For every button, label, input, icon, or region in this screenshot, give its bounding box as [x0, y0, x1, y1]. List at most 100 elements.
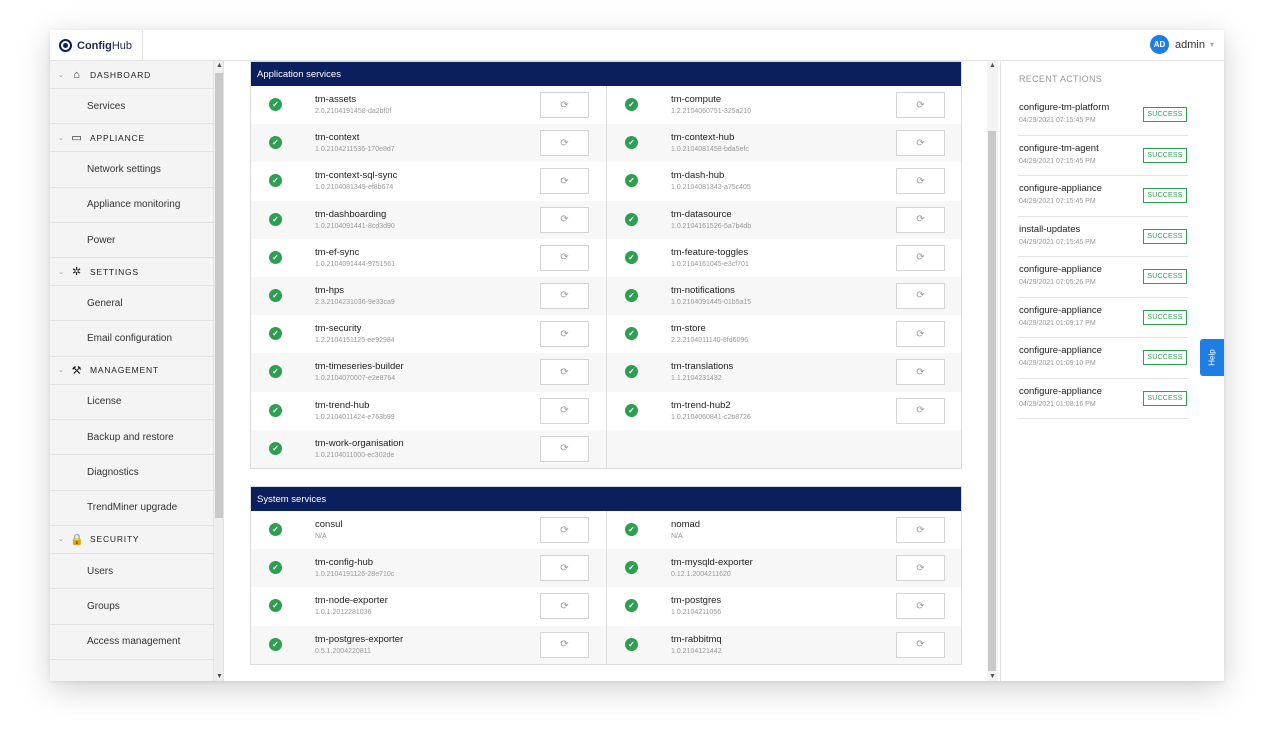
sidebar-item-users[interactable]: Users — [50, 554, 213, 590]
scroll-up-icon[interactable]: ▲ — [216, 62, 223, 69]
service-name: tm-security — [315, 323, 362, 335]
restart-service-button[interactable]: ⟳ — [896, 631, 945, 658]
sidebar-section-security[interactable]: ⌄ 🔒 SECURITY — [50, 526, 213, 554]
restart-service-button[interactable]: ⟳ — [540, 206, 589, 233]
sidebar-item-trendminer-upgrade[interactable]: TrendMiner upgrade — [50, 491, 213, 526]
restart-service-button[interactable]: ⟳ — [896, 244, 945, 271]
service-cell: ✓ tm-work-organisation 1.0.2104011000-ec30… — [251, 430, 606, 468]
service-name: tm-trend-hub2 — [671, 399, 731, 411]
sidebar-item-groups[interactable]: Groups — [50, 589, 213, 625]
refresh-icon: ⟳ — [560, 405, 569, 416]
restart-service-button[interactable]: ⟳ — [540, 282, 589, 309]
sidebar-item-license[interactable]: License — [50, 385, 213, 421]
restart-service-button[interactable]: ⟳ — [896, 282, 945, 309]
refresh-icon: ⟳ — [916, 639, 925, 651]
sidebar-section-appliance[interactable]: ⌄ ▭ APPLIANCE — [50, 124, 213, 153]
sidebar-scrollbar[interactable]: ▲ ▼ — [213, 61, 223, 681]
application-services-title: Application services — [251, 62, 961, 86]
scroll-up-icon[interactable]: ▲ — [989, 62, 996, 69]
check-circle-icon: ✓ — [269, 637, 282, 651]
service-name: tm-timeseries-builder — [315, 361, 404, 373]
recent-action-item: configure-tm-platform 04/29/2021 07:15:45… — [1018, 95, 1188, 136]
sidebar-item-email-configuration[interactable]: Email configuration — [50, 321, 213, 357]
avatar: AD — [1150, 35, 1170, 54]
main-scrollbar[interactable]: ▲ ▼ — [987, 61, 998, 681]
restart-service-button[interactable]: ⟳ — [540, 631, 589, 658]
restart-service-button[interactable]: ⟳ — [540, 359, 589, 386]
restart-service-button[interactable]: ⟳ — [896, 206, 945, 233]
action-name: configure-appliance — [1019, 345, 1102, 356]
check-circle-icon: ✓ — [625, 327, 638, 341]
sidebar-item-appliance-monitoring[interactable]: Appliance monitoring — [50, 188, 213, 223]
sidebar-scroll-thumb[interactable] — [215, 73, 223, 518]
service-version: 2.2.2104011140-8fd6096 — [671, 337, 749, 345]
sidebar-item-services[interactable]: Services — [50, 89, 213, 125]
restart-service-button[interactable]: ⟳ — [540, 593, 589, 620]
refresh-icon: ⟳ — [560, 290, 569, 302]
sidebar-section-dashboard[interactable]: ⌄ ⌂ DASHBOARD — [50, 61, 213, 89]
sidebar-item-diagnostics[interactable]: Diagnostics — [50, 455, 213, 491]
service-name: tm-config-hub — [315, 557, 374, 569]
service-version: 1.0.2104191126-28e710c — [315, 571, 395, 579]
restart-service-button[interactable]: ⟳ — [896, 397, 945, 424]
sidebar-section-management[interactable]: ⌄ ⚒ MANAGEMENT — [50, 357, 213, 385]
service-row: ✓ tm-context-sql-sync 1.0.2104081349-ef8b6… — [251, 162, 961, 201]
status-badge: SUCCESS — [1143, 309, 1187, 325]
restart-service-button[interactable]: ⟳ — [540, 130, 589, 157]
status-badge: SUCCESS — [1143, 350, 1187, 365]
restart-service-button[interactable]: ⟳ — [540, 244, 589, 271]
scroll-down-icon[interactable]: ▼ — [216, 673, 223, 680]
check-circle-icon: ✓ — [625, 174, 638, 188]
help-button[interactable]: Help — [1200, 339, 1224, 376]
restart-service-button[interactable]: ⟳ — [896, 92, 945, 118]
logo-text-light: Hub — [111, 39, 133, 52]
service-row: ✓ consul N/A ⟳ ✓ nomad N/A ⟳ — [251, 511, 961, 550]
sidebar-item-power[interactable]: Power — [50, 223, 213, 259]
service-row: ✓ tm-assets 2.0.2104191458-da2bf0f ⟳ ✓ tm-com… — [251, 86, 961, 125]
service-version: 1.0.2104081458-bda5efc — [671, 146, 749, 154]
status-badge: SUCCESS — [1143, 188, 1187, 203]
service-cell: ✓ consul N/A ⟳ — [251, 511, 606, 549]
sidebar-item-network-settings[interactable]: Network settings — [50, 152, 213, 188]
chevron-down-icon[interactable]: ⌄ — [58, 366, 70, 374]
service-name: tm-context-sql-sync — [315, 170, 398, 182]
sidebar-section-settings[interactable]: ⌄ ✲ SETTINGS — [50, 258, 213, 287]
service-row: ✓ tm-config-hub 1.0.2104191126-28e710c ⟳ ✓ tm… — [251, 549, 961, 588]
restart-service-button[interactable]: ⟳ — [896, 555, 945, 582]
service-name: tm-store — [671, 323, 706, 335]
restart-service-button[interactable]: ⟳ — [896, 517, 945, 543]
scroll-down-icon[interactable]: ▼ — [989, 673, 996, 680]
refresh-icon: ⟳ — [560, 524, 569, 536]
restart-service-button[interactable]: ⟳ — [540, 397, 589, 424]
service-name: tm-ef-sync — [315, 246, 360, 258]
chevron-down-icon[interactable]: ⌄ — [58, 134, 70, 142]
sidebar-item-general[interactable]: General — [50, 286, 213, 322]
recent-action-item: configure-appliance 04/29/2021 01:08:16 P… — [1018, 379, 1188, 419]
chevron-down-icon[interactable]: ⌄ — [58, 71, 70, 79]
user-menu[interactable]: AD admin ▾ — [1150, 35, 1214, 54]
check-circle-icon: ✓ — [269, 250, 282, 264]
restart-service-button[interactable]: ⟳ — [540, 555, 589, 582]
service-cell: ✓ tm-hps 2.3.2104231036-9e33ca9 ⟳ — [251, 277, 606, 315]
restart-service-button[interactable]: ⟳ — [896, 321, 945, 348]
restart-service-button[interactable]: ⟳ — [896, 593, 945, 620]
restart-service-button[interactable]: ⟳ — [896, 359, 945, 386]
restart-service-button[interactable]: ⟳ — [540, 168, 589, 195]
sidebar-item-backup-and-restore[interactable]: Backup and restore — [50, 420, 213, 456]
restart-service-button[interactable]: ⟳ — [896, 130, 945, 157]
restart-service-button[interactable]: ⟳ — [540, 321, 589, 348]
restart-service-button[interactable]: ⟳ — [896, 168, 945, 195]
chevron-down-icon[interactable]: ⌄ — [58, 535, 70, 543]
restart-service-button[interactable]: ⟳ — [540, 517, 589, 543]
refresh-icon: ⟳ — [916, 405, 925, 416]
sidebar-nav: ⌄ ⌂ DASHBOARD Services ⌄ ▭ APPLIANCE Network se… — [50, 61, 213, 660]
action-time: 04/29/2021 07:15:45 PM — [1019, 157, 1096, 165]
confighub-logo[interactable]: Config Hub — [50, 30, 143, 61]
restart-service-button[interactable]: ⟳ — [540, 435, 589, 462]
refresh-icon: ⟳ — [916, 252, 925, 264]
main-scroll-thumb[interactable] — [988, 131, 996, 671]
restart-service-button[interactable]: ⟳ — [540, 92, 589, 118]
chevron-down-icon[interactable]: ⌄ — [58, 268, 70, 276]
service-name: tm-translations — [671, 361, 734, 373]
sidebar-item-access-management[interactable]: Access management — [50, 625, 213, 660]
